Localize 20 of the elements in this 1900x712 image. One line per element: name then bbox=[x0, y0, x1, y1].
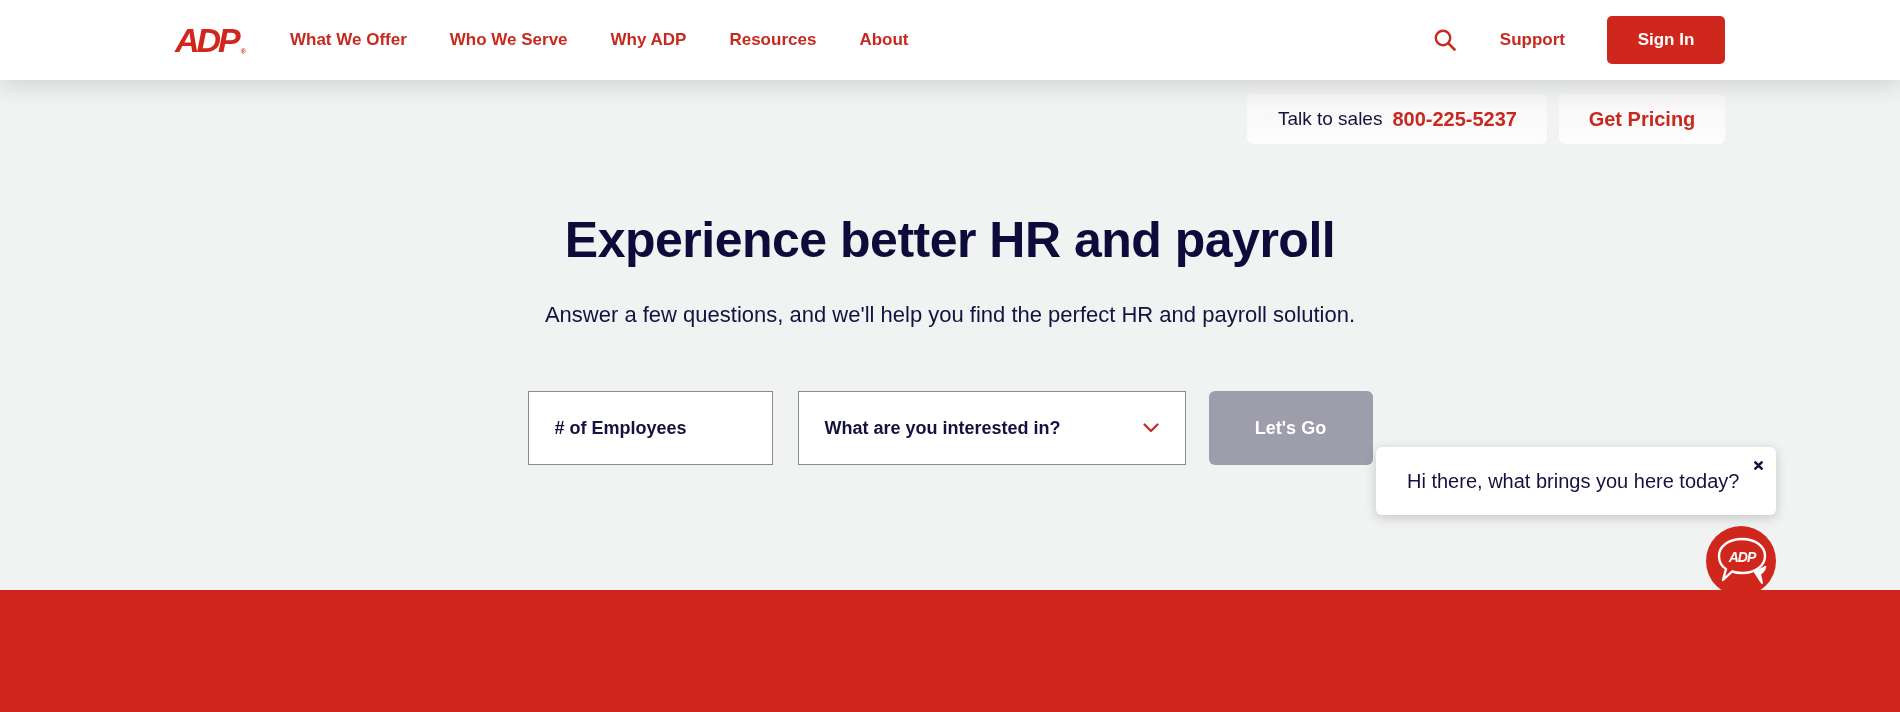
chat-message: Hi there, what brings you here today? bbox=[1407, 469, 1740, 493]
interest-dropdown[interactable]: What are you interested in? bbox=[797, 391, 1186, 465]
chat-button[interactable]: ADP bbox=[1706, 526, 1776, 590]
speech-bubble-icon bbox=[1716, 536, 1768, 586]
nav-link[interactable]: Why ADP bbox=[610, 30, 687, 50]
get-pricing-button[interactable]: Get Pricing bbox=[1559, 94, 1725, 144]
support-link[interactable]: Support bbox=[1499, 30, 1565, 50]
close-icon[interactable] bbox=[1754, 461, 1763, 470]
sign-in-button[interactable]: Sign In bbox=[1607, 16, 1725, 64]
nav-link[interactable]: About bbox=[859, 30, 909, 50]
hero-subtitle: Answer a few questions, and we'll help you find the perfect HR and payroll solution. bbox=[544, 301, 1356, 329]
nav-link[interactable]: What We Offer bbox=[289, 30, 407, 50]
nav-link[interactable]: Resources bbox=[729, 30, 817, 50]
employees-field[interactable]: # of Employees bbox=[527, 391, 773, 465]
sales-label: Talk to sales bbox=[1277, 108, 1383, 130]
chevron-down-icon bbox=[1142, 423, 1159, 433]
search-icon[interactable] bbox=[1433, 29, 1456, 51]
phone-link[interactable]: 800-225-5237 bbox=[1392, 107, 1517, 131]
nav-link[interactable]: Who We Serve bbox=[449, 30, 568, 50]
hero-title: Experience better HR and payroll bbox=[564, 211, 1336, 270]
